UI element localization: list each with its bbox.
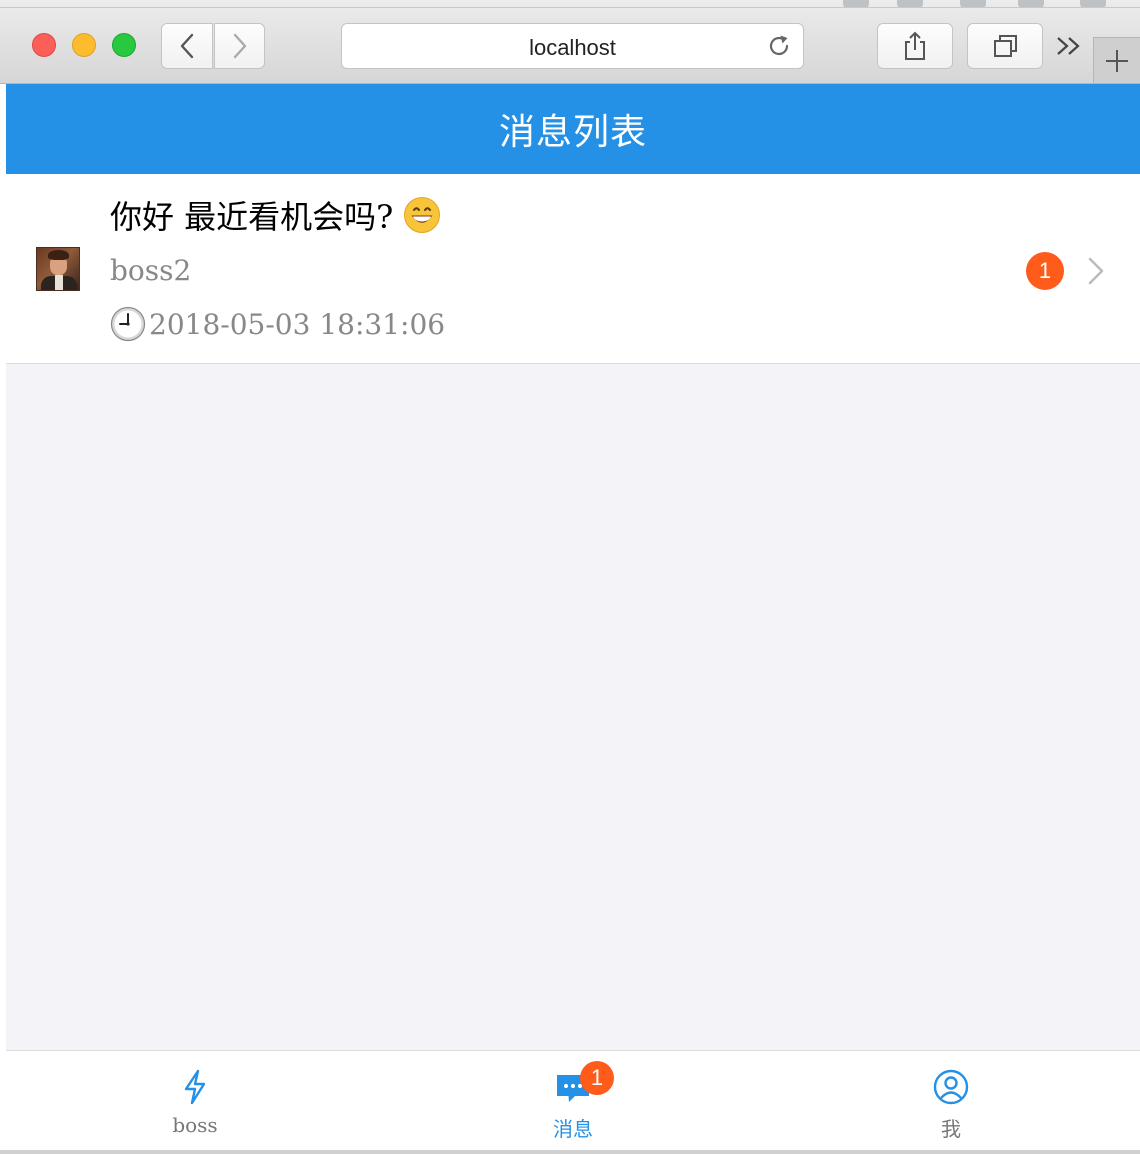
overflow-icon[interactable] — [1055, 34, 1083, 58]
address-text: localhost — [529, 35, 616, 60]
grinning-face-icon — [404, 197, 441, 233]
tab-messages[interactable]: 1 消息 — [384, 1051, 762, 1151]
nav-bar: 消息列表 — [6, 84, 1140, 174]
window-edge — [0, 7, 1140, 8]
new-tab-icon — [1106, 49, 1128, 72]
address-bar[interactable]: localhost — [341, 23, 804, 69]
window-bottom-edge — [0, 1150, 1140, 1154]
reload-icon[interactable] — [766, 33, 792, 59]
lightning-icon — [184, 1069, 206, 1105]
message-text: 你好 最近看机会吗? — [110, 198, 394, 236]
new-tab-button[interactable] — [1093, 37, 1140, 83]
back-icon — [180, 33, 194, 59]
share-button[interactable] — [877, 23, 953, 69]
message-time: 2018-05-03 18:31:06 — [110, 306, 445, 342]
minimize-window-button[interactable] — [72, 33, 96, 57]
tabs-icon — [994, 35, 1017, 57]
show-tabs-button[interactable] — [967, 23, 1043, 69]
clock-icon — [110, 306, 146, 342]
browser-toolbar: localhost — [0, 0, 1140, 84]
tab-bar: boss 1 消息 我 — [6, 1050, 1140, 1152]
tab-label: boss — [172, 1113, 218, 1137]
app-viewport: 消息列表 你好 最近看机会吗? boss2 2018-05-03 18:31:0… — [6, 84, 1140, 1154]
sender-name: boss2 — [110, 254, 192, 287]
maximize-window-button[interactable] — [112, 33, 136, 57]
close-window-button[interactable] — [32, 33, 56, 57]
back-button[interactable] — [161, 23, 213, 69]
share-icon — [905, 31, 925, 60]
list-item[interactable]: 你好 最近看机会吗? boss2 2018-05-03 18:31:06 1 — [6, 174, 1140, 364]
timestamp: 2018-05-03 18:31:06 — [149, 307, 446, 341]
tab-label: 我 — [941, 1117, 961, 1141]
tab-boss[interactable]: boss — [6, 1051, 384, 1151]
page-title: 消息列表 — [498, 112, 647, 153]
avatar — [36, 247, 80, 291]
unread-badge: 1 — [1026, 252, 1064, 290]
forward-button[interactable] — [214, 23, 265, 69]
tab-badge: 1 — [580, 1061, 614, 1095]
chevron-right-icon — [1088, 257, 1104, 285]
tab-me[interactable]: 我 — [762, 1051, 1140, 1151]
user-icon — [933, 1069, 969, 1105]
tab-label: 消息 — [553, 1117, 593, 1141]
message-preview: 你好 最近看机会吗? — [110, 192, 441, 238]
forward-icon — [233, 33, 246, 59]
